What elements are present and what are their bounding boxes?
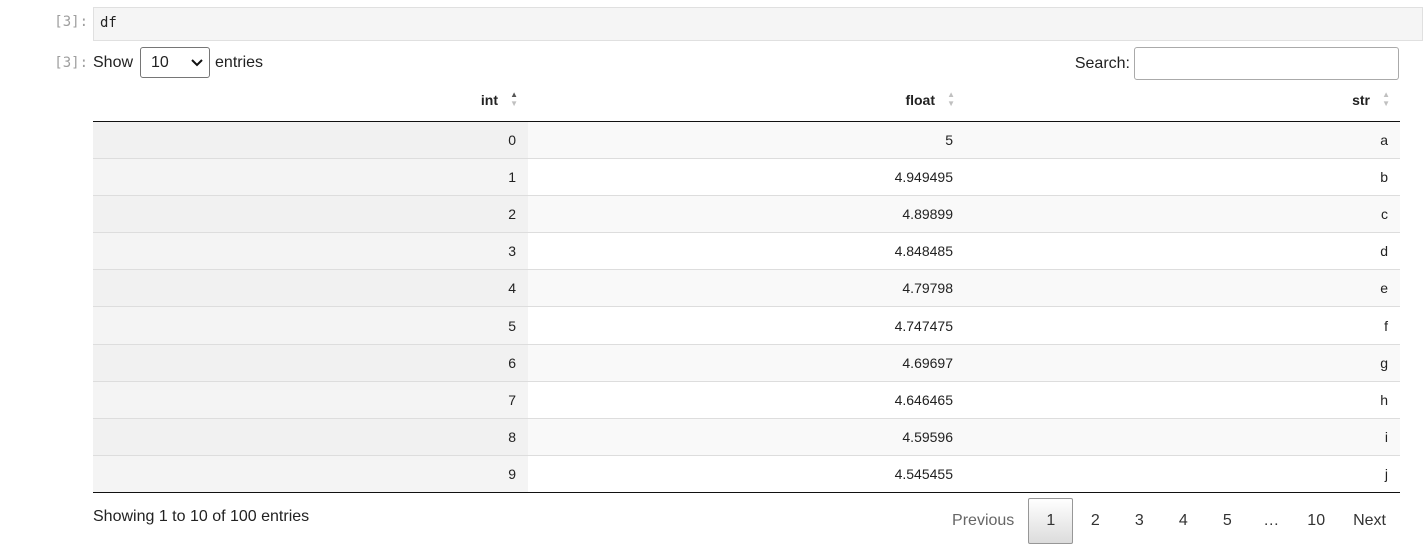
column-header-int[interactable]: int ▲ ▼ [93, 80, 528, 122]
cell-int: 3 [93, 232, 528, 270]
code-cell-editor[interactable]: df [93, 7, 1423, 41]
cell-int: 2 [93, 194, 528, 233]
cell-str: i [965, 417, 1400, 456]
column-header-float[interactable]: float ▲ ▼ [528, 80, 965, 122]
table-info: Showing 1 to 10 of 100 entries [93, 508, 310, 525]
pagination: Previous 1 2 3 4 5 … 10 Next [938, 498, 1400, 544]
table-row: 6 4.69697 g [93, 343, 1400, 382]
cell-float: 4.79798 [528, 269, 965, 307]
length-suffix-label: entries [215, 53, 264, 71]
cell-float: 4.747475 [528, 306, 965, 345]
sort-unsorted-icon: ▲ ▼ [947, 90, 955, 108]
previous-button[interactable]: Previous [938, 498, 1028, 544]
entries-per-page-select[interactable]: 10 [140, 47, 211, 78]
cell-float: 4.59596 [528, 417, 965, 456]
cell-int: 6 [93, 343, 528, 382]
cell-int: 9 [93, 455, 528, 494]
table-row: 5 4.747475 f [93, 306, 1400, 345]
cell-int: 0 [93, 121, 528, 159]
length-prefix-label: Show [93, 53, 134, 71]
page-button-2[interactable]: 2 [1073, 498, 1117, 544]
code-text: df [100, 15, 117, 31]
page-button-5[interactable]: 5 [1205, 498, 1249, 544]
cell-str: c [965, 194, 1400, 233]
page-button-3[interactable]: 3 [1117, 498, 1161, 544]
table-row: 7 4.646465 h [93, 380, 1400, 419]
cell-str: e [965, 269, 1400, 307]
table-row: 3 4.848485 d [93, 232, 1400, 270]
cell-float: 4.69697 [528, 343, 965, 382]
cell-int: 1 [93, 157, 528, 196]
cell-int: 7 [93, 380, 528, 419]
search-input[interactable] [1134, 47, 1399, 80]
cell-float: 4.848485 [528, 232, 965, 270]
cell-float: 4.949495 [528, 157, 965, 196]
pagination-ellipsis: … [1263, 512, 1280, 529]
cell-float: 4.545455 [528, 455, 965, 494]
length-menu: Show 10 entries [93, 47, 263, 78]
table-row: 1 4.949495 b [93, 157, 1400, 196]
cell-float: 5 [528, 121, 965, 159]
sort-unsorted-icon: ▲ ▼ [1382, 90, 1390, 108]
search-label: Search: [1074, 54, 1130, 72]
search-filter: Search: [1075, 47, 1399, 80]
cell-str: d [965, 232, 1400, 270]
output-prompt: [3]: [54, 55, 88, 71]
table-row: 9 4.545455 j [93, 455, 1400, 494]
cell-str: h [965, 380, 1400, 419]
cell-int: 5 [93, 306, 528, 345]
cell-str: a [965, 121, 1400, 159]
table-header-row: int ▲ ▼ float ▲ ▼ str ▲ ▼ [93, 80, 1400, 122]
cell-float: 4.89899 [528, 194, 965, 233]
entries-per-page-value: 10 [151, 53, 169, 71]
table-row: 0 5 a [93, 121, 1400, 159]
next-button[interactable]: Next [1339, 498, 1400, 544]
page-button-4[interactable]: 4 [1161, 498, 1205, 544]
cell-str: g [965, 343, 1400, 382]
data-table: int ▲ ▼ float ▲ ▼ str ▲ ▼ 0 5 a 1 4.949495 … [93, 80, 1400, 494]
page-button-10[interactable]: 10 [1293, 498, 1339, 544]
page-button-1[interactable]: 1 [1028, 498, 1074, 544]
cell-str: j [965, 455, 1400, 494]
cell-int: 8 [93, 417, 528, 456]
cell-str: f [965, 306, 1400, 345]
cell-int: 4 [93, 269, 528, 307]
cell-float: 4.646465 [528, 380, 965, 419]
chevron-down-icon [191, 56, 203, 70]
table-row: 2 4.89899 c [93, 194, 1400, 233]
sort-ascending-icon: ▲ ▼ [510, 90, 518, 108]
table-row: 8 4.59596 i [93, 417, 1400, 456]
column-header-str[interactable]: str ▲ ▼ [965, 80, 1400, 122]
input-prompt: [3]: [54, 14, 88, 30]
cell-str: b [965, 157, 1400, 196]
table-row: 4 4.79798 e [93, 269, 1400, 307]
